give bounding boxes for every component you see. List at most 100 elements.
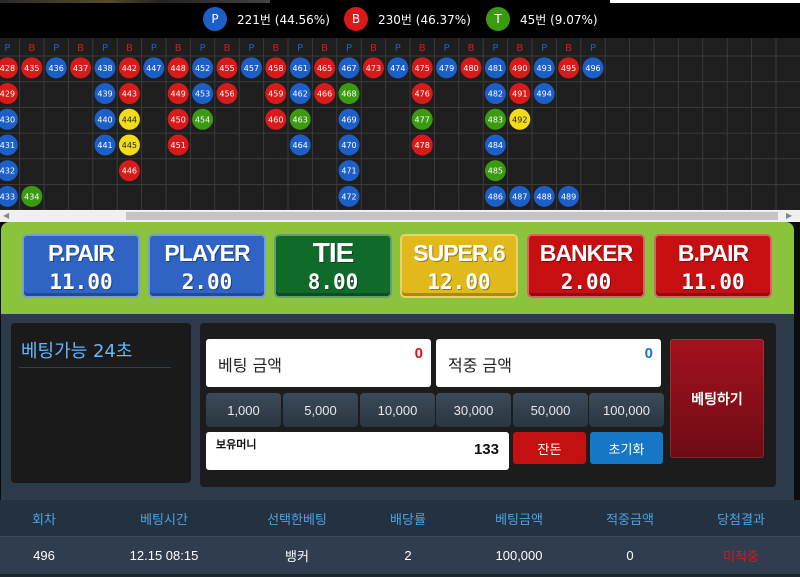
result-ball-label: 486: [488, 192, 503, 201]
scroll-left-icon[interactable]: ◀: [3, 210, 9, 222]
bet-tile-odds: 12.00: [427, 270, 491, 294]
player-stat-text: 221번 (44.56%): [237, 12, 330, 27]
odds-cell: 2: [404, 548, 412, 563]
timer-divider: [19, 367, 171, 368]
result-ball-label: 485: [488, 167, 503, 176]
header-letter: B: [321, 43, 328, 54]
result-ball-label: 450: [171, 115, 186, 124]
result-ball-label: 462: [293, 90, 308, 99]
reset-button[interactable]: 초기화: [590, 432, 663, 464]
column-header: 당첨결과: [717, 512, 765, 528]
game-screen: P 221번 (44.56%) B 230번 (46.37%) T 45번 (9…: [0, 0, 800, 577]
scoreboard-scrollbar[interactable]: ◀ ▶: [0, 210, 800, 222]
column-header: 선택한베팅: [267, 512, 327, 528]
win-amount-field: 적중 금액 0: [436, 339, 661, 387]
header-letter: B: [419, 43, 426, 54]
bet-amount-field[interactable]: 베팅 금액 0: [206, 339, 431, 387]
scoreboard-svg: P B P B P B P B P B P B P B P B P B P B P B P B P 428 435 436 437 438…: [0, 38, 800, 210]
result-ball-label: 430: [0, 115, 15, 124]
result-ball-label: 455: [219, 64, 234, 73]
result-ball-label: 454: [195, 115, 210, 124]
bet-tile-odds: 11.00: [49, 270, 113, 294]
result-ball-label: 459: [268, 90, 283, 99]
timer-box: 베팅가능 24초: [11, 323, 191, 483]
bet-tile-name: P.PAIR: [47, 240, 115, 266]
stats-bar: P 221번 (44.56%) B 230번 (46.37%) T 45번 (9…: [0, 0, 800, 38]
result-ball-label: 458: [268, 64, 283, 73]
result-ball-label: 447: [146, 64, 161, 73]
header-letter: P: [53, 43, 59, 54]
history-table-header: 회차 베팅시간 선택한베팅 배당률 베팅금액 적중금액 당첨결과: [0, 500, 800, 536]
scrollbar-thumb[interactable]: [126, 212, 778, 220]
result-ball-label: 493: [537, 64, 552, 73]
header-letter: P: [492, 43, 498, 54]
result-ball-label: 492: [512, 115, 527, 124]
result-ball-label: 478: [415, 141, 430, 150]
column-header: 베팅시간: [140, 512, 188, 528]
balance-label: 보유머니: [216, 438, 257, 451]
chip-button-1000[interactable]: 1,000: [206, 393, 281, 427]
column-header: 베팅금액: [495, 512, 543, 528]
result-ball-label: 487: [512, 192, 527, 201]
bet-tile-player[interactable]: PLAYER 2.00: [148, 234, 266, 298]
bet-time-cell: 12.15 08:15: [129, 548, 199, 563]
bet-tile-tie[interactable]: TIE 8.00: [274, 234, 392, 298]
bet-amount-value: 0: [414, 345, 423, 362]
banker-stat-text: 230번 (46.37%): [378, 12, 471, 27]
result-ball-label: 469: [341, 115, 356, 124]
bet-tile-super6[interactable]: SUPER.6 12.00: [400, 234, 518, 298]
result-ball-label: 482: [488, 90, 503, 99]
scoreboard-grid[interactable]: P B P B P B P B P B P B P B P B P B P B P B P B P 428 435 436 437 438…: [0, 38, 800, 210]
header-letter: B: [175, 43, 182, 54]
header-letter: P: [590, 43, 596, 54]
balance-value: 133: [473, 441, 499, 458]
header-letter: P: [346, 43, 352, 54]
header-letter: P: [102, 43, 108, 54]
place-bet-button[interactable]: 베팅하기: [670, 339, 764, 458]
result-ball-label: 436: [49, 64, 64, 73]
banker-badge-icon: B: [344, 7, 368, 31]
chip-button-100000[interactable]: 100,000: [589, 393, 664, 427]
bet-tile-player-pair[interactable]: P.PAIR 11.00: [22, 234, 140, 298]
result-ball-label: 467: [341, 64, 356, 73]
result-ball-label: 460: [268, 115, 283, 124]
scroll-right-icon[interactable]: ▶: [786, 210, 792, 222]
bet-tile-odds: 8.00: [307, 270, 359, 294]
result-ball-label: 471: [341, 167, 356, 176]
bet-tile-name: SUPER.6: [413, 240, 505, 266]
result-ball-label: 480: [463, 64, 478, 73]
balance-button[interactable]: 잔돈: [513, 432, 586, 464]
bet-tile-banker-pair[interactable]: B.PAIR 11.00: [654, 234, 772, 298]
player-badge-icon: P: [203, 7, 227, 31]
result-ball-label: 472: [341, 192, 356, 201]
result-ball-label: 466: [317, 90, 332, 99]
result-ball-label: 475: [415, 64, 430, 73]
chip-button-5000[interactable]: 5,000: [283, 393, 358, 427]
chip-button-30000[interactable]: 30,000: [436, 393, 511, 427]
bet-amount-label: 베팅 금액: [218, 356, 282, 375]
tie-badge-icon: T: [486, 7, 510, 31]
result-ball-label: 495: [561, 64, 576, 73]
header-letter: P: [395, 43, 401, 54]
result-ball-label: 479: [439, 64, 454, 73]
result-ball-label: 464: [293, 141, 308, 150]
result-ball-label: 476: [415, 90, 430, 99]
result-ball-label: 483: [488, 115, 503, 124]
result-ball-label: 431: [0, 141, 15, 150]
balance-field: 보유머니 133: [206, 432, 509, 470]
result-ball-label: 491: [512, 90, 527, 99]
chip-button-10000[interactable]: 10,000: [360, 393, 435, 427]
result-ball-label: 468: [341, 90, 356, 99]
table-row: 496 12.15 08:15 뱅커 2 100,000 0 미적중: [0, 536, 800, 574]
bet-tile-banker[interactable]: BANKER 2.00: [527, 234, 645, 298]
bet-tile-name: BANKER: [539, 240, 633, 266]
result-ball-label: 452: [195, 64, 210, 73]
column-header: 적중금액: [606, 512, 654, 528]
chip-button-50000[interactable]: 50,000: [513, 393, 588, 427]
result-ball-label: 473: [366, 64, 381, 73]
header-letter: B: [468, 43, 475, 54]
tie-stat: T 45번 (9.07%): [486, 7, 598, 31]
result-ball-label: 470: [341, 141, 356, 150]
header-letter: P: [444, 43, 450, 54]
result-cell: 미적중: [723, 549, 759, 564]
